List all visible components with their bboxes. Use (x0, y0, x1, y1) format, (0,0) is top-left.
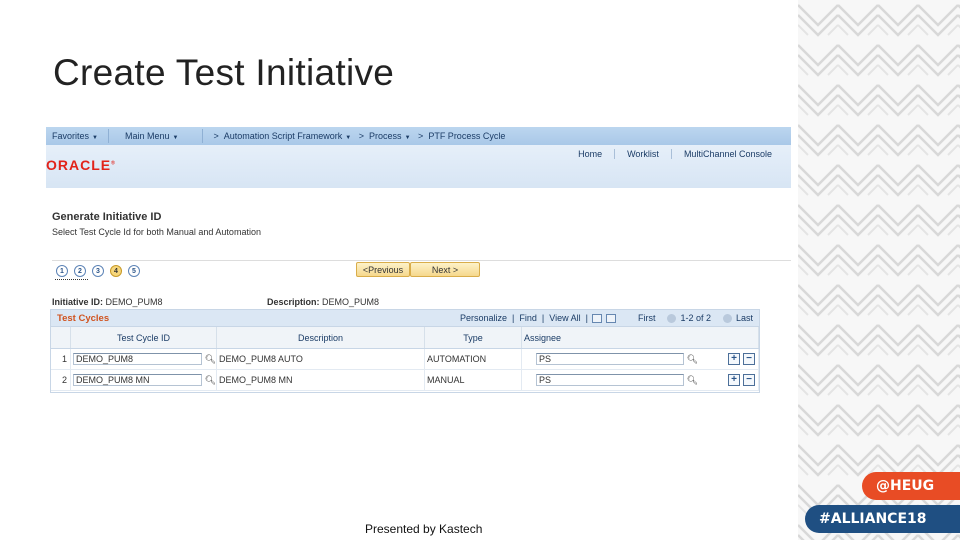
download-icon[interactable] (605, 313, 616, 323)
first-link[interactable]: First (638, 313, 656, 323)
top-navigation-bar: Favorites ▼ Main Menu ▼ > Automation Scrip… (46, 127, 791, 145)
table-row: 2 DEMO_PUM8 MN 🔍︎ DEMO_PUM8 MN MANUAL PS… (51, 370, 759, 391)
description-label: Description: (267, 297, 320, 307)
row-number: 2 (51, 370, 71, 390)
test-cycles-grid: Test Cycles Personalize | Find | View Al… (50, 309, 760, 393)
col-description[interactable]: Description (217, 327, 425, 348)
initiative-id-field: Initiative ID: DEMO_PUM8 (52, 297, 163, 307)
description-value: DEMO_PUM8 (322, 297, 380, 307)
row-type: AUTOMATION (425, 349, 522, 369)
assignee-input[interactable]: PS (536, 353, 684, 365)
breadcrumb-ptf-process-cycle[interactable]: PTF Process Cycle (428, 131, 505, 141)
row-description: DEMO_PUM8 AUTO (217, 349, 425, 369)
heug-tag: @HEUG (862, 472, 960, 500)
lookup-icon[interactable]: 🔍︎ (687, 375, 698, 386)
slide-title: Create Test Initiative (53, 52, 395, 93)
slide-footer: Presented by Kastech (365, 522, 483, 536)
next-button[interactable]: Next > (410, 262, 480, 277)
multichannel-console-link[interactable]: MultiChannel Console (670, 149, 784, 159)
add-row-icon[interactable]: + (728, 353, 740, 365)
last-link[interactable]: Last (736, 313, 753, 323)
col-type[interactable]: Type (425, 327, 522, 348)
column-headers: Test Cycle ID Description Type Assignee (51, 326, 759, 349)
peoplesoft-screenshot: Favorites ▼ Main Menu ▼ > Automation Scrip… (46, 127, 791, 397)
step-4-current[interactable]: 4 (110, 265, 122, 277)
alliance-tag: #ALLIANCE18 (805, 505, 960, 533)
grid-toolbar: Personalize | Find | View All | First 1-… (460, 313, 753, 323)
previous-page-icon[interactable] (667, 313, 677, 323)
assignee-input[interactable]: PS (536, 374, 684, 386)
oracle-logo: ORACLE® (46, 157, 116, 173)
view-all-link[interactable]: View All (549, 313, 580, 323)
test-cycle-id-input[interactable]: DEMO_PUM8 (73, 353, 202, 365)
row-description: DEMO_PUM8 MN (217, 370, 425, 390)
divider (52, 260, 791, 261)
page-subtitle: Select Test Cycle Id for both Manual and… (52, 227, 261, 237)
step-1[interactable]: 1 (56, 265, 68, 277)
chevron-down-icon: ▼ (92, 135, 98, 141)
step-3[interactable]: 3 (92, 265, 104, 277)
step-5[interactable]: 5 (128, 265, 140, 277)
personalize-link[interactable]: Personalize (460, 313, 507, 323)
worklist-link[interactable]: Worklist (614, 149, 671, 159)
favorites-menu[interactable]: Favorites ▼ (52, 131, 98, 141)
lookup-icon[interactable]: 🔍︎ (687, 354, 698, 365)
chevron-down-icon: ▼ (172, 135, 179, 141)
decorative-pattern (798, 0, 960, 540)
page-range: 1-2 of 2 (680, 313, 711, 323)
breadcrumb-automation-script-framework[interactable]: Automation Script Framework ▼ (224, 131, 352, 141)
description-field: Description: DEMO_PUM8 (267, 297, 379, 307)
initiative-id-label: Initiative ID: (52, 297, 104, 307)
step-2[interactable]: 2 (74, 265, 86, 277)
find-link[interactable]: Find (519, 313, 537, 323)
add-row-icon[interactable]: + (728, 374, 740, 386)
step-indicator: 1 2 3 4 5 (56, 265, 146, 277)
focus-outline (55, 279, 88, 280)
next-page-icon[interactable] (722, 313, 732, 323)
col-assignee[interactable]: Assignee (522, 327, 759, 348)
col-test-cycle-id[interactable]: Test Cycle ID (71, 327, 217, 348)
grid-title: Test Cycles (57, 312, 110, 324)
main-menu[interactable]: Main Menu ▼ (125, 131, 178, 141)
table-row: 1 DEMO_PUM8 🔍︎ DEMO_PUM8 AUTO AUTOMATION… (51, 349, 759, 370)
home-link[interactable]: Home (566, 149, 614, 159)
header-links: Home Worklist MultiChannel Console (566, 149, 784, 159)
grid-header: Test Cycles Personalize | Find | View Al… (51, 310, 759, 326)
test-cycle-id-input[interactable]: DEMO_PUM8 MN (73, 374, 202, 386)
delete-row-icon[interactable]: − (743, 374, 755, 386)
previous-button[interactable]: <Previous (356, 262, 410, 277)
breadcrumb-process[interactable]: Process ▼ (369, 131, 410, 141)
lookup-icon[interactable]: 🔍︎ (205, 375, 216, 386)
initiative-id-value: DEMO_PUM8 (105, 297, 163, 307)
delete-row-icon[interactable]: − (743, 353, 755, 365)
row-type: MANUAL (425, 370, 522, 390)
lookup-icon[interactable]: 🔍︎ (205, 354, 216, 365)
header-banner: ORACLE® Home Worklist MultiChannel Conso… (46, 145, 791, 188)
row-number: 1 (51, 349, 71, 369)
zoom-icon[interactable] (591, 313, 602, 323)
page-title: Generate Initiative ID (52, 211, 162, 223)
